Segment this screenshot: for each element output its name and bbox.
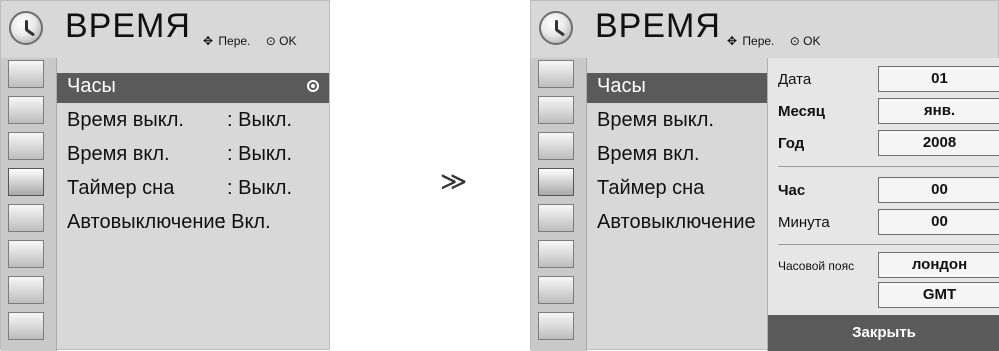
menu-item-off-time[interactable]: Время выкл. <box>587 107 767 137</box>
hour-label: Час <box>778 182 806 199</box>
time-menu-panel-right: ВРЕМЯ ✥ Пере. ⊙ OK Часы Время выкл. Врем… <box>530 0 999 351</box>
year-field[interactable]: 2008 <box>878 130 999 156</box>
hour-field[interactable]: 00 <box>878 177 999 203</box>
clock-icon <box>9 11 43 45</box>
menu-item-label: Время вкл. <box>67 143 170 165</box>
clock-settings-popup: Дата 01 Месяц янв. Год 2008 Час 00 Минут… <box>767 58 999 351</box>
date-label: Дата <box>778 71 812 88</box>
minute-field[interactable]: 00 <box>878 209 999 235</box>
divider <box>778 244 999 245</box>
menu-item-clock[interactable]: Часы <box>57 73 329 103</box>
speaker-icon[interactable] <box>8 132 44 160</box>
menu-item-label: Время выкл. <box>67 109 184 131</box>
menu-item-value: : Выкл. <box>227 143 293 165</box>
navigation-hint: ✥ Пере. ⊙ OK <box>727 34 820 48</box>
menu-item-label: Время вкл. <box>597 143 700 165</box>
transition-arrow: ≫ <box>440 166 468 196</box>
move-hint-label: Пере. <box>218 34 251 48</box>
menu-item-value: : Выкл. <box>227 177 293 199</box>
menu-item-label: Таймер сна <box>67 177 175 199</box>
ok-icon: ⊙ <box>789 34 800 48</box>
antenna-icon[interactable] <box>8 60 44 88</box>
menu-item-off-time[interactable]: Время выкл. : Выкл. <box>57 107 329 137</box>
menu-item-label: Автовыключение <box>597 211 756 233</box>
menu-item-value: : Выкл. <box>227 109 293 131</box>
menu-item-label: Время выкл. <box>597 109 714 131</box>
year-label: Год <box>778 135 805 152</box>
menu-title: ВРЕМЯ <box>595 7 721 45</box>
clock-icon <box>539 11 573 45</box>
timezone-field[interactable]: лондон <box>878 252 999 278</box>
move-arrows-icon: ✥ <box>203 34 214 48</box>
minute-row: Минута 00 <box>768 207 999 237</box>
input-cable-icon[interactable] <box>538 276 574 304</box>
timezone-label: Часовой пояс <box>778 259 855 273</box>
close-button[interactable]: Закрыть <box>768 315 999 351</box>
menu-item-clock[interactable]: Часы <box>587 73 767 103</box>
navigation-hint: ✥ Пере. ⊙ OK <box>203 34 296 48</box>
photo-icon[interactable] <box>538 312 574 340</box>
menu-item-sleep-timer[interactable]: Таймер сна <box>587 175 767 205</box>
menu-item-label: Автовыключение <box>67 211 226 233</box>
menu-item-sleep-timer[interactable]: Таймер сна : Выкл. <box>57 175 329 205</box>
divider <box>778 166 999 167</box>
year-row: Год 2008 <box>768 128 999 158</box>
gmt-field[interactable]: GMT <box>878 282 999 308</box>
month-row: Месяц янв. <box>768 96 999 126</box>
ok-hint-label: OK <box>279 34 297 48</box>
ok-icon: ⊙ <box>265 34 276 48</box>
move-hint-label: Пере. <box>742 34 775 48</box>
clock-category-icon[interactable] <box>8 168 44 196</box>
hour-row: Час 00 <box>768 175 999 205</box>
category-sidebar <box>531 58 587 351</box>
menu-item-auto-off[interactable]: Автовыключение <box>587 209 767 239</box>
antenna-icon[interactable] <box>538 60 574 88</box>
timezone-row: Часовой пояс лондон <box>768 250 999 280</box>
menu-item-on-time[interactable]: Время вкл. <box>587 141 767 171</box>
menu-item-label: Часы <box>67 75 116 97</box>
menu-item-value: : Вкл. <box>220 211 271 233</box>
menu-item-auto-off[interactable]: Автовыключение : Вкл. <box>57 209 329 239</box>
menu-item-label: Часы <box>597 75 646 97</box>
category-sidebar <box>1 58 57 351</box>
time-menu-panel-left: ВРЕМЯ ✥ Пере. ⊙ OK Часы Время выкл. : Вы… <box>0 0 330 351</box>
lock-icon[interactable] <box>538 240 574 268</box>
lock-icon[interactable] <box>8 240 44 268</box>
ok-hint-label: OK <box>803 34 821 48</box>
options-icon[interactable] <box>8 204 44 232</box>
input-cable-icon[interactable] <box>8 276 44 304</box>
month-field[interactable]: янв. <box>878 98 999 124</box>
options-icon[interactable] <box>538 204 574 232</box>
date-field[interactable]: 01 <box>878 66 999 92</box>
menu-title: ВРЕМЯ <box>65 7 191 45</box>
month-label: Месяц <box>778 103 825 120</box>
speaker-icon[interactable] <box>538 132 574 160</box>
menu-item-on-time[interactable]: Время вкл. : Выкл. <box>57 141 329 171</box>
date-row: Дата 01 <box>768 64 999 94</box>
select-indicator-icon <box>307 80 319 92</box>
minute-label: Минута <box>778 214 830 231</box>
gmt-row: GMT <box>768 280 999 310</box>
photo-icon[interactable] <box>8 312 44 340</box>
menu-item-label: Таймер сна <box>597 177 705 199</box>
clock-category-icon[interactable] <box>538 168 574 196</box>
move-arrows-icon: ✥ <box>727 34 738 48</box>
monitor-icon[interactable] <box>538 96 574 124</box>
monitor-icon[interactable] <box>8 96 44 124</box>
